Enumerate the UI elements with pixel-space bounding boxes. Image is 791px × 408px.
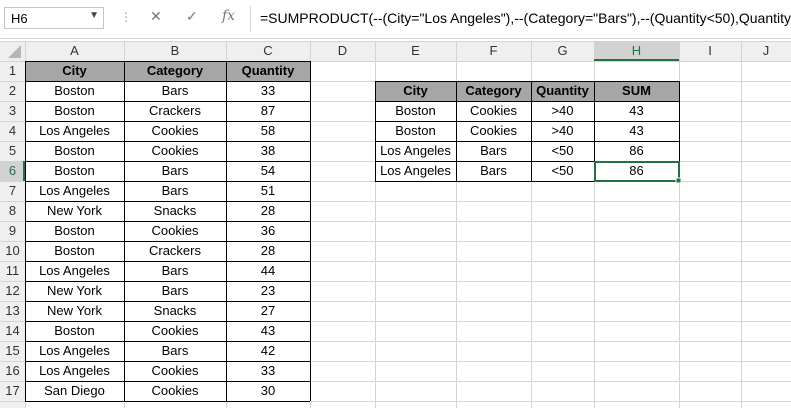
crit-header-quantity[interactable]: Quantity (531, 81, 594, 101)
data-cell[interactable]: Cookies (124, 141, 226, 161)
data-cell[interactable]: New York (25, 281, 124, 301)
row-header-3[interactable]: 3 (0, 101, 25, 121)
data-cell[interactable]: New York (25, 301, 124, 321)
data-cell[interactable]: Bars (124, 281, 226, 301)
data-cell[interactable]: Boston (25, 161, 124, 181)
data-cell[interactable]: San Diego (25, 381, 124, 401)
data-cell[interactable]: 38 (226, 141, 310, 161)
column-header-f[interactable]: F (456, 41, 531, 61)
crit-cell[interactable]: Los Angeles (375, 161, 456, 181)
data-cell[interactable]: Bars (124, 81, 226, 101)
crit-cell[interactable]: Bars (456, 161, 531, 181)
data-cell[interactable]: Bars (124, 341, 226, 361)
column-header-e[interactable]: E (375, 41, 456, 61)
data-cell[interactable]: 54 (226, 161, 310, 181)
data-cell[interactable]: New York (25, 201, 124, 221)
data-cell[interactable]: 42 (226, 341, 310, 361)
row-header-6[interactable]: 6 (0, 161, 25, 181)
row-header-12[interactable]: 12 (0, 281, 25, 301)
data-cell[interactable]: Boston (25, 221, 124, 241)
crit-cell[interactable]: 43 (594, 121, 679, 141)
row-header-11[interactable]: 11 (0, 261, 25, 281)
data-cell[interactable]: Los Angeles (25, 341, 124, 361)
row-header-17[interactable]: 17 (0, 381, 25, 401)
crit-cell[interactable]: Cookies (456, 101, 531, 121)
data-cell[interactable]: Snacks (124, 201, 226, 221)
row-header-16[interactable]: 16 (0, 361, 25, 381)
data-cell[interactable]: Crackers (124, 241, 226, 261)
crit-cell[interactable]: 43 (594, 101, 679, 121)
crit-cell[interactable]: Los Angeles (375, 141, 456, 161)
crit-cell[interactable]: Cookies (456, 121, 531, 141)
data-cell[interactable]: 33 (226, 361, 310, 381)
data-cell[interactable]: 36 (226, 221, 310, 241)
data-cell[interactable]: Los Angeles (25, 261, 124, 281)
data-cell[interactable]: 87 (226, 101, 310, 121)
crit-cell[interactable]: 86 (594, 141, 679, 161)
crit-cell[interactable]: <50 (531, 161, 594, 181)
row-header-1[interactable]: 1 (0, 61, 25, 81)
crit-cell[interactable]: >40 (531, 121, 594, 141)
data-cell[interactable]: Cookies (124, 221, 226, 241)
row-header-15[interactable]: 15 (0, 341, 25, 361)
data-cell[interactable]: 28 (226, 241, 310, 261)
column-header-a[interactable]: A (25, 41, 124, 61)
data-cell[interactable]: Boston (25, 101, 124, 121)
data-cell[interactable]: Los Angeles (25, 361, 124, 381)
data-cell[interactable]: Cookies (124, 321, 226, 341)
row-header-9[interactable]: 9 (0, 221, 25, 241)
data-cell[interactable]: Boston (25, 241, 124, 261)
data-cell[interactable]: 51 (226, 181, 310, 201)
data-cell[interactable]: Los Angeles (25, 181, 124, 201)
data-cell[interactable]: Boston (25, 321, 124, 341)
column-header-c[interactable]: C (226, 41, 310, 61)
column-header-d[interactable]: D (310, 41, 375, 61)
data-cell[interactable]: 23 (226, 281, 310, 301)
data-cell[interactable]: 30 (226, 381, 310, 401)
data-cell[interactable]: 44 (226, 261, 310, 281)
crit-cell[interactable]: 86 (594, 161, 679, 181)
data-cell[interactable]: Cookies (124, 121, 226, 141)
row-header-8[interactable]: 8 (0, 201, 25, 221)
data-cell[interactable]: Los Angeles (25, 121, 124, 141)
row-header-10[interactable]: 10 (0, 241, 25, 261)
data-cell[interactable]: Boston (25, 81, 124, 101)
data-cell[interactable]: Crackers (124, 101, 226, 121)
data-cell[interactable]: 33 (226, 81, 310, 101)
data-header-city[interactable]: City (25, 61, 124, 81)
data-cell[interactable]: 27 (226, 301, 310, 321)
data-header-quantity[interactable]: Quantity (226, 61, 310, 81)
crit-cell[interactable]: Boston (375, 121, 456, 141)
crit-header-city[interactable]: City (375, 81, 456, 101)
column-header-b[interactable]: B (124, 41, 226, 61)
data-cell[interactable]: 28 (226, 201, 310, 221)
crit-cell[interactable]: >40 (531, 101, 594, 121)
data-cell[interactable]: Bars (124, 261, 226, 281)
column-header-g[interactable]: G (531, 41, 594, 61)
column-header-h[interactable]: H (594, 41, 679, 61)
data-cell[interactable]: Cookies (124, 381, 226, 401)
crit-header-sum[interactable]: SUM (594, 81, 679, 101)
crit-cell[interactable]: Boston (375, 101, 456, 121)
data-cell[interactable]: Bars (124, 181, 226, 201)
row-header-14[interactable]: 14 (0, 321, 25, 341)
data-cell[interactable]: Snacks (124, 301, 226, 321)
data-cell[interactable]: Boston (25, 141, 124, 161)
row-header-13[interactable]: 13 (0, 301, 25, 321)
row-header-4[interactable]: 4 (0, 121, 25, 141)
data-header-category[interactable]: Category (124, 61, 226, 81)
row-header-2[interactable]: 2 (0, 81, 25, 101)
row-header-5[interactable]: 5 (0, 141, 25, 161)
column-header-i[interactable]: I (679, 41, 741, 61)
crit-header-category[interactable]: Category (456, 81, 531, 101)
crit-cell[interactable]: <50 (531, 141, 594, 161)
data-cell[interactable]: Bars (124, 161, 226, 181)
data-cell[interactable]: 58 (226, 121, 310, 141)
row-header-7[interactable]: 7 (0, 181, 25, 201)
data-cell[interactable]: 43 (226, 321, 310, 341)
column-header-j[interactable]: J (741, 41, 791, 61)
data-cell[interactable]: Cookies (124, 361, 226, 381)
crit-cell[interactable]: Bars (456, 141, 531, 161)
